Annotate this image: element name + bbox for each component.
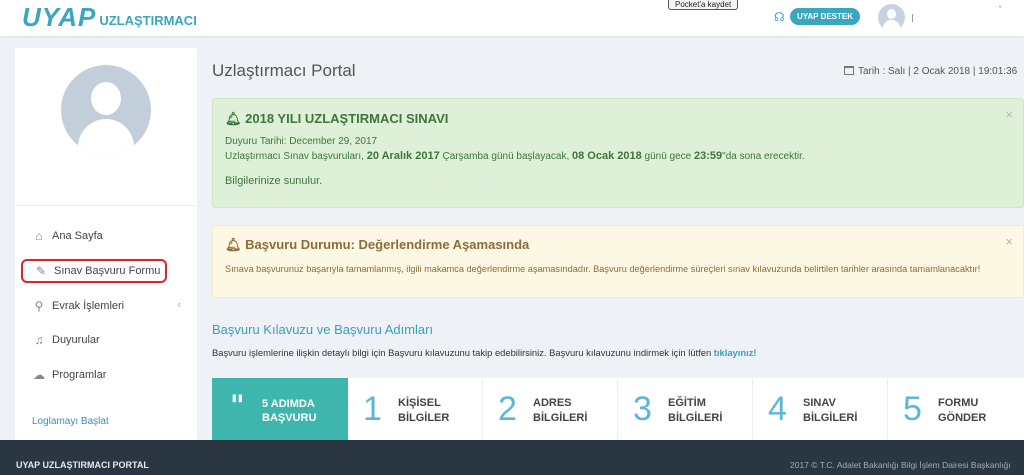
sidebar-item-label: Ana Sayfa xyxy=(52,230,103,242)
pencil-icon: ✎ xyxy=(35,264,47,278)
headset-icon: ☊ xyxy=(774,10,785,24)
calendar-icon xyxy=(844,66,854,75)
bell-icon: 🔔︎ xyxy=(225,237,246,252)
bell-icon: 🔔︎ xyxy=(225,111,246,126)
quote-icon: " xyxy=(230,389,245,422)
step-label: EĞİTİM BİLGİLERİ xyxy=(668,397,723,424)
pocket-save-button[interactable]: Pocket'a kaydet xyxy=(668,0,739,10)
guide-description: Başvuru işlemlerine ilişkin detaylı bilg… xyxy=(212,347,757,358)
sidebar-item-label: Sınav Başvuru Formu xyxy=(54,265,161,277)
start-logging-link[interactable]: Loglamayı Başlat xyxy=(32,416,109,427)
step-number: 5 xyxy=(903,390,922,428)
close-icon[interactable]: × xyxy=(1005,234,1013,249)
footer-copyright: 2017 © T.C. Adalet Bakanlığı Bilgi İşlem… xyxy=(790,460,1011,470)
sidebar-item-label: Evrak İşlemleri xyxy=(52,300,125,312)
user-avatar[interactable] xyxy=(878,4,905,31)
profile-avatar xyxy=(61,65,151,155)
step-personal-info[interactable]: 1 KİŞİSEL BİLGİLER xyxy=(348,378,483,440)
step-number: 4 xyxy=(768,390,787,428)
sidebar-item-programs[interactable]: ☁ Programlar xyxy=(21,363,185,387)
step-label: ADRES BİLGİLERİ xyxy=(533,397,588,424)
cloud-icon: ☁ xyxy=(33,368,45,382)
announcement-closing: Bilgilerinize sunulur. xyxy=(225,175,323,187)
announcement-date: Duyuru Tarihi: December 29, 2017 xyxy=(225,136,378,147)
sidebar: ⌂ Ana Sayfa ✎ Sınav Başvuru Formu ⚲ Evra… xyxy=(15,48,197,440)
step-submit-form[interactable]: 5 FORMU GÖNDER xyxy=(888,378,1023,440)
sidebar-item-announcements[interactable]: ♫ Duyurular xyxy=(21,328,185,352)
uyap-logo[interactable]: UYAP UZLAŞTIRMACI xyxy=(22,2,197,30)
steps-header: " 5 ADIMDA BAŞVURU xyxy=(212,378,348,440)
sidebar-item-documents[interactable]: ⚲ Evrak İşlemleri ‹ xyxy=(21,294,185,318)
date-display: Tarih : Salı | 2 Ocak 2018 | 19:01:36 xyxy=(844,66,1017,77)
bell-icon: ♫ xyxy=(34,333,44,347)
home-icon: ⌂ xyxy=(35,229,43,243)
steps-header-label: 5 ADIMDA BAŞVURU xyxy=(262,398,317,424)
chevron-down-icon[interactable]: ˇ xyxy=(998,6,1003,16)
step-education-info[interactable]: 3 EĞİTİM BİLGİLERİ xyxy=(618,378,753,440)
profile-area xyxy=(15,48,197,206)
sidebar-item-home[interactable]: ⌂ Ana Sayfa xyxy=(21,224,185,248)
step-number: 2 xyxy=(498,390,517,428)
step-exam-info[interactable]: 4 SINAV BİLGİLERİ xyxy=(753,378,888,440)
date-text: Tarih : Salı | 2 Ocak 2018 | 19:01:36 xyxy=(858,66,1018,77)
application-status-alert: × 🔔︎ Başvuru Durumu: Değerlendirme Aşama… xyxy=(212,225,1024,298)
footer-portal-name: UYAP UZLAŞTIRMACI PORTAL xyxy=(16,460,149,470)
logo-main-text: UYAP xyxy=(22,2,97,32)
status-title: 🔔︎ Başvuru Durumu: Değerlendirme Aşaması… xyxy=(225,237,530,252)
step-number: 3 xyxy=(633,390,652,428)
step-label: FORMU GÖNDER xyxy=(938,397,987,424)
step-address-info[interactable]: 2 ADRES BİLGİLERİ xyxy=(483,378,618,440)
sidebar-item-label: Duyurular xyxy=(52,334,100,346)
announcement-alert: × 🔔︎ 2018 YILI UZLAŞTIRMACI SINAVI Duyur… xyxy=(212,98,1024,208)
footer: UYAP UZLAŞTIRMACI PORTAL 2017 © T.C. Ada… xyxy=(0,440,1024,475)
sidebar-item-label: Programlar xyxy=(52,369,107,381)
chevron-left-icon: ‹ xyxy=(177,299,181,311)
page-title: Uzlaştırmacı Portal xyxy=(212,61,356,80)
close-icon[interactable]: × xyxy=(1005,107,1013,122)
announcement-title: 🔔︎ 2018 YILI UZLAŞTIRMACI SINAVI xyxy=(225,111,449,126)
paperclip-icon: ⚲ xyxy=(34,299,44,313)
sidebar-item-exam-application-form[interactable]: ✎ Sınav Başvuru Formu xyxy=(21,259,167,283)
step-number: 1 xyxy=(363,390,382,428)
support-button[interactable]: UYAP DESTEK xyxy=(790,8,861,25)
user-name[interactable] xyxy=(912,14,913,22)
application-steps: " 5 ADIMDA BAŞVURU 1 KİŞİSEL BİLGİLER 2 AD… xyxy=(212,378,1024,440)
guide-title: Başvuru Kılavuzu ve Başvuru Adımları xyxy=(212,322,434,337)
status-text: Sınava başvurunuz başarıyla tamamlanmış,… xyxy=(225,264,981,274)
step-label: KİŞİSEL BİLGİLER xyxy=(398,397,450,424)
top-header: UYAP UZLAŞTIRMACI Pocket'a kaydet ☊ UYAP… xyxy=(0,0,1024,36)
announcement-body: Uzlaştırmacı Sınav başvuruları, 20 Aralı… xyxy=(225,150,805,162)
step-label: SINAV BİLGİLERİ xyxy=(803,397,858,424)
download-guide-link[interactable]: tıklayınız! xyxy=(714,347,757,358)
logo-sub-text: UZLAŞTIRMACI xyxy=(99,13,197,28)
